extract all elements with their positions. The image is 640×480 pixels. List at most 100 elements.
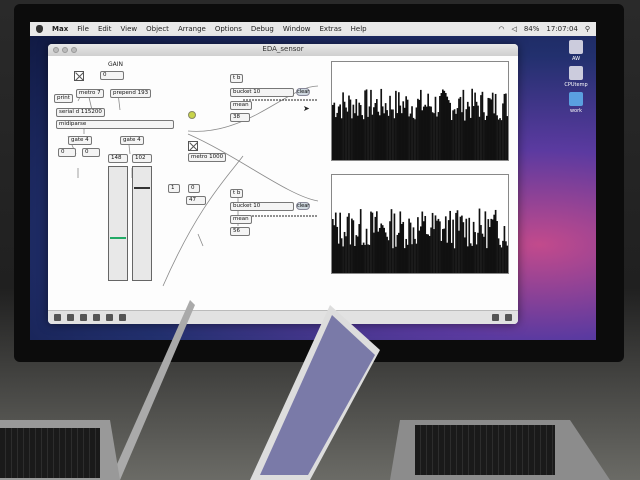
graph-bar	[443, 90, 446, 160]
menu-arrange[interactable]: Arrange	[178, 25, 206, 33]
graph-bar	[403, 107, 406, 160]
graph-bar	[425, 234, 428, 273]
graph-bar	[447, 100, 450, 160]
graph-bar	[456, 210, 459, 273]
slider-right-knob[interactable]	[134, 187, 150, 189]
graph-bar	[340, 238, 343, 273]
desktop-icon-cputemp[interactable]: CPUtemp	[564, 66, 588, 88]
volume-icon[interactable]: ◁	[511, 25, 516, 33]
graph-bar	[346, 111, 349, 160]
number-box-d[interactable]: 0	[188, 184, 200, 193]
clear-button-2[interactable]: clear	[296, 202, 310, 210]
graph-bar	[356, 115, 359, 160]
multislider-graph-top[interactable]	[331, 61, 509, 161]
graph-bar	[437, 218, 440, 273]
menu-edit[interactable]: Edit	[98, 25, 112, 33]
menu-extras[interactable]: Extras	[320, 25, 342, 33]
graph-bar	[352, 220, 355, 273]
patcher-canvas[interactable]: GAIN 0 print metro 7 prepend 193 serial …	[48, 56, 518, 310]
serial-object[interactable]: serial d 115200	[56, 108, 105, 117]
bucket-1-object[interactable]: bucket 10	[230, 88, 294, 97]
gate-left-object[interactable]: gate 4	[68, 136, 92, 145]
graph-bar	[349, 244, 352, 273]
graph-bar	[358, 224, 361, 273]
slider-value-left[interactable]: 148	[108, 154, 128, 163]
graph-bar	[352, 104, 355, 160]
graph-bar	[377, 111, 380, 160]
menu-object[interactable]: Object	[146, 25, 169, 33]
graph-bar	[502, 103, 504, 160]
graph-bar	[434, 96, 437, 160]
menu-help[interactable]: Help	[351, 25, 367, 33]
menu-file[interactable]: File	[77, 25, 89, 33]
graph-bar	[452, 219, 454, 273]
graph-bar	[411, 106, 413, 160]
metro-7-object[interactable]: metro 7	[76, 89, 104, 98]
graph-bar	[399, 105, 402, 160]
desktop-icon-work[interactable]: work	[564, 92, 588, 114]
desktop-icon-aw[interactable]: AW	[564, 40, 588, 62]
max-patcher-window[interactable]: EDA_sensor GAIN 0 print metro 7 prepend …	[48, 44, 518, 324]
graph-bar	[365, 228, 368, 273]
metro-1000-object[interactable]: metro 1000	[188, 153, 227, 162]
graph-bar	[409, 222, 412, 273]
mean-2-object[interactable]: mean	[230, 215, 252, 224]
number-box-c[interactable]: 1	[168, 184, 180, 193]
mean-2-value[interactable]: 56	[230, 227, 250, 236]
laptop-left-keyboard	[0, 428, 100, 478]
multislider-graph-bottom[interactable]	[331, 174, 509, 274]
trigger-bang-2[interactable]: t b	[230, 189, 244, 198]
graph-bar	[430, 227, 432, 273]
graph-bar	[475, 244, 478, 273]
prepend-object[interactable]: prepend 193	[110, 89, 152, 98]
slider-left[interactable]	[108, 166, 128, 281]
graph-bar	[483, 112, 485, 160]
mean-1-value[interactable]: 38	[230, 113, 250, 122]
number-box-a[interactable]: 0	[58, 148, 76, 157]
midiparse-object[interactable]: midiparse	[56, 120, 174, 129]
window-titlebar[interactable]: EDA_sensor	[48, 44, 518, 56]
graph-bar	[362, 119, 365, 160]
slider-left-knob[interactable]	[110, 237, 126, 239]
menu-app-name[interactable]: Max	[52, 25, 68, 33]
menu-debug[interactable]: Debug	[251, 25, 274, 33]
number-box-e[interactable]: 47	[186, 196, 206, 205]
battery-percent[interactable]: 84%	[524, 25, 540, 33]
menu-window[interactable]: Window	[283, 25, 311, 33]
clear-button-1[interactable]: clear	[296, 88, 310, 96]
number-box-top[interactable]: 0	[100, 71, 124, 80]
gate-right-object[interactable]: gate 4	[120, 136, 144, 145]
toggle-main[interactable]	[74, 71, 84, 81]
clock[interactable]: 17:07:04	[546, 25, 577, 33]
graph-bar	[358, 102, 361, 160]
menu-view[interactable]: View	[121, 25, 138, 33]
mean-1-object[interactable]: mean	[230, 101, 252, 110]
graph-bar	[459, 96, 462, 160]
graph-bar	[505, 241, 507, 273]
trigger-bang-1[interactable]: t b	[230, 74, 244, 83]
graph-bar	[354, 245, 356, 273]
graph-bar	[392, 248, 394, 273]
bucket-2-object[interactable]: bucket 10	[230, 202, 294, 211]
graph-bar	[425, 106, 428, 160]
graph-bar	[351, 118, 353, 160]
print-object[interactable]: print	[54, 94, 73, 103]
search-icon[interactable]: ⚲	[585, 25, 590, 33]
graph-bar	[449, 102, 451, 160]
graph-bar	[368, 106, 371, 160]
menu-options[interactable]: Options	[215, 25, 242, 33]
graph-bar	[440, 240, 443, 273]
graph-bar	[373, 232, 375, 273]
slider-right[interactable]	[132, 166, 152, 281]
number-box-b[interactable]: 0	[82, 148, 100, 157]
graph-bar	[466, 101, 469, 160]
wifi-icon[interactable]: ◠	[498, 25, 504, 33]
toggle-metro[interactable]	[188, 141, 198, 151]
menu-bar: Max File Edit View Object Arrange Option…	[30, 22, 596, 36]
slider-value-right[interactable]: 102	[132, 154, 152, 163]
graph-bar	[362, 242, 365, 273]
graph-bar	[471, 245, 473, 273]
graph-bar	[417, 217, 419, 273]
folder-icon	[569, 92, 583, 106]
apple-icon[interactable]	[36, 25, 43, 33]
